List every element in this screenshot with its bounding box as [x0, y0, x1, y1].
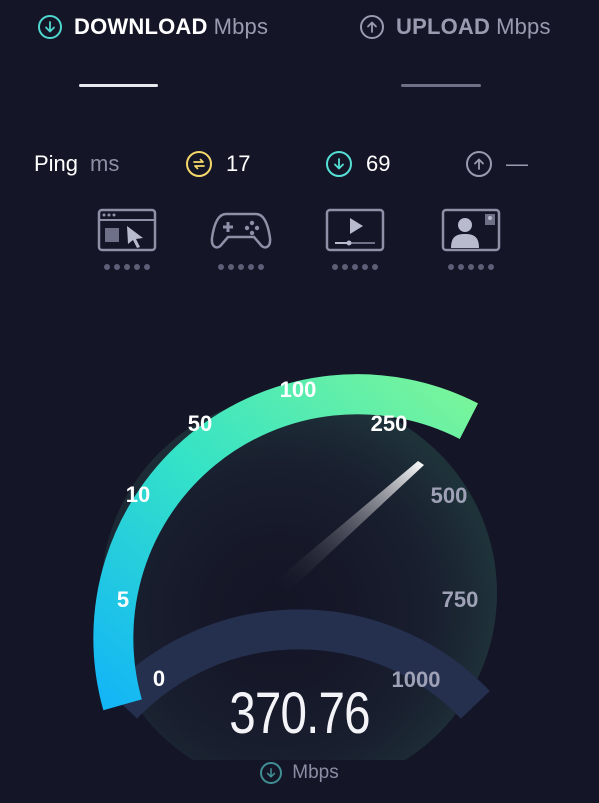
scale-label-500: 500: [431, 483, 468, 508]
scale-label-50: 50: [188, 411, 212, 436]
browser-cursor-icon: [97, 208, 157, 252]
tab-upload-indicator: [401, 84, 481, 87]
tab-download-unit: Mbps: [213, 14, 269, 39]
ping-upload-metric: —: [466, 151, 528, 177]
video-player-icon: [325, 208, 385, 252]
ping-heading: Ping ms: [34, 151, 119, 177]
ping-idle-value: 17: [226, 151, 251, 176]
scale-label-10: 10: [126, 482, 150, 507]
ping-unit: ms: [90, 151, 120, 176]
tab-download-indicator: [79, 84, 158, 87]
activity-web-browsing[interactable]: [96, 208, 158, 270]
ping-idle-metric: 17: [186, 151, 250, 177]
arrow-down-circle-icon: [260, 762, 283, 784]
ping-label: Ping: [34, 151, 79, 176]
rating-dots: [218, 264, 264, 270]
rating-dots: [104, 264, 150, 270]
speed-reading: 370.76: [229, 681, 370, 746]
scale-label-750: 750: [442, 587, 479, 612]
speed-unit: Mbps: [0, 762, 599, 784]
ping-download-value: 69: [366, 151, 391, 176]
scale-label-100: 100: [280, 377, 317, 402]
tab-download-label: DOWNLOAD: [74, 14, 208, 39]
video-chat-icon: [441, 208, 501, 252]
tab-upload[interactable]: UPLOAD Mbps: [360, 14, 551, 40]
arrow-down-circle-icon: [38, 15, 62, 39]
arrow-down-circle-icon: [326, 151, 352, 177]
tab-upload-label: UPLOAD: [396, 14, 491, 39]
rating-dots: [448, 264, 494, 270]
speed-unit-label: Mbps: [292, 762, 339, 783]
swap-arrows-icon: [186, 151, 212, 177]
ping-download-metric: 69: [326, 151, 390, 177]
activity-video-chat[interactable]: [440, 208, 502, 270]
arrow-up-circle-icon: [360, 15, 384, 39]
gamepad-icon: [210, 212, 272, 249]
activity-video-streaming[interactable]: [324, 208, 386, 270]
scale-label-250: 250: [371, 411, 408, 436]
activity-gaming[interactable]: [210, 208, 272, 270]
ping-upload-value: —: [506, 151, 528, 176]
rating-dots: [332, 264, 378, 270]
scale-label-5: 5: [117, 587, 129, 612]
arrow-up-circle-icon: [466, 151, 492, 177]
tab-upload-unit: Mbps: [496, 14, 551, 39]
tab-download[interactable]: DOWNLOAD Mbps: [38, 14, 268, 40]
